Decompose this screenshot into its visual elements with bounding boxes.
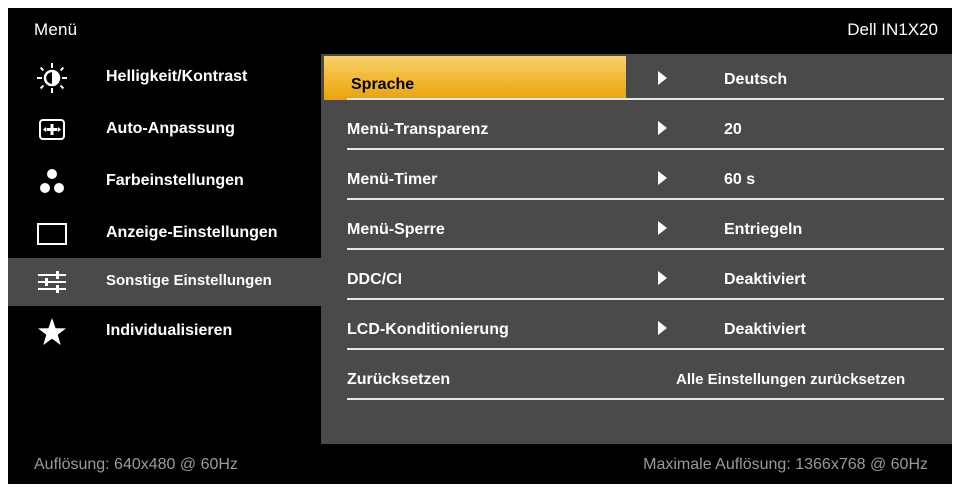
sidebar-item-display-settings[interactable]: Anzeige-Einstellungen <box>8 210 321 258</box>
brightness-icon <box>35 61 69 95</box>
sidebar-item-label: Sonstige Einstellungen <box>106 272 272 289</box>
setting-row-language[interactable]: Sprache Deutsch <box>321 54 952 104</box>
osd-menu: Menü Dell IN1X20 Helligkeit/Kontrast Aut… <box>8 8 952 484</box>
arrow-right-icon <box>658 121 667 135</box>
setting-row-menu-lock[interactable]: Menü-Sperre Entriegeln <box>321 204 952 254</box>
star-icon <box>35 315 69 349</box>
setting-value: Entriegeln <box>724 221 803 238</box>
row-divider <box>347 298 944 300</box>
setting-value: 20 <box>724 121 742 138</box>
sidebar-item-brightness-contrast[interactable]: Helligkeit/Kontrast <box>8 54 321 102</box>
arrow-right-icon <box>658 221 667 235</box>
sidebar-item-label: Individualisieren <box>106 322 233 339</box>
sidebar-item-label: Anzeige-Einstellungen <box>106 224 278 241</box>
setting-value: 60 s <box>724 171 756 188</box>
arrow-right-icon <box>658 171 667 185</box>
row-divider <box>347 98 944 100</box>
setting-row-reset[interactable]: Zurücksetzen Alle Einstellungen zurückse… <box>321 354 952 404</box>
setting-value: Deutsch <box>724 71 788 88</box>
setting-row-lcd-conditioning[interactable]: LCD-Konditionierung Deaktiviert <box>321 304 952 354</box>
row-divider <box>347 348 944 350</box>
setting-label: DDC/CI <box>347 271 403 288</box>
setting-row-ddc-ci[interactable]: DDC/CI Deaktiviert <box>321 254 952 304</box>
monitor-model: Dell IN1X20 <box>847 20 938 39</box>
setting-label: Menü-Timer <box>347 171 438 188</box>
row-divider <box>347 198 944 200</box>
arrow-right-icon <box>658 271 667 285</box>
sidebar-item-label: Auto-Anpassung <box>106 120 235 137</box>
setting-row-menu-transparency[interactable]: Menü-Transparenz 20 <box>321 104 952 154</box>
sidebar-item-personalize[interactable]: Individualisieren <box>8 308 321 356</box>
sidebar-item-other-settings[interactable]: Sonstige Einstellungen <box>8 258 321 306</box>
setting-row-menu-timer[interactable]: Menü-Timer 60 s <box>321 154 952 204</box>
sidebar-item-color-settings[interactable]: Farbeinstellungen <box>8 158 321 206</box>
color-dots-icon <box>35 165 69 199</box>
setting-label: Menü-Sperre <box>347 221 445 238</box>
sidebar-item-label: Helligkeit/Kontrast <box>106 68 248 85</box>
current-resolution: Auflösung: 640x480 @ 60Hz <box>34 456 238 473</box>
setting-value: Deaktiviert <box>724 321 806 338</box>
auto-adjust-icon <box>35 113 69 147</box>
sliders-icon <box>35 265 69 299</box>
setting-label: Zurücksetzen <box>347 371 451 388</box>
setting-value: Deaktiviert <box>724 271 806 288</box>
sidebar-item-auto-adjust[interactable]: Auto-Anpassung <box>8 106 321 154</box>
row-divider <box>347 248 944 250</box>
menu-header: Menü Dell IN1X20 <box>8 8 952 54</box>
row-divider <box>347 148 944 150</box>
setting-value: Alle Einstellungen zurücksetzen <box>676 371 906 388</box>
display-icon <box>35 217 69 251</box>
sidebar-item-label: Farbeinstellungen <box>106 172 244 189</box>
arrow-right-icon <box>658 321 667 335</box>
menu-title: Menü <box>34 20 78 39</box>
row-divider <box>347 398 944 400</box>
arrow-right-icon <box>658 71 667 85</box>
setting-label: LCD-Konditionierung <box>347 321 509 338</box>
sidebar: Helligkeit/Kontrast Auto-Anpassung Farbe… <box>8 54 321 444</box>
status-footer: Auflösung: 640x480 @ 60Hz Maximale Auflö… <box>8 444 952 484</box>
setting-label: Sprache <box>351 76 415 93</box>
setting-label: Menü-Transparenz <box>347 121 489 138</box>
settings-panel: Sprache Deutsch Menü-Transparenz 20 Menü… <box>321 54 952 444</box>
max-resolution: Maximale Auflösung: 1366x768 @ 60Hz <box>643 456 928 473</box>
